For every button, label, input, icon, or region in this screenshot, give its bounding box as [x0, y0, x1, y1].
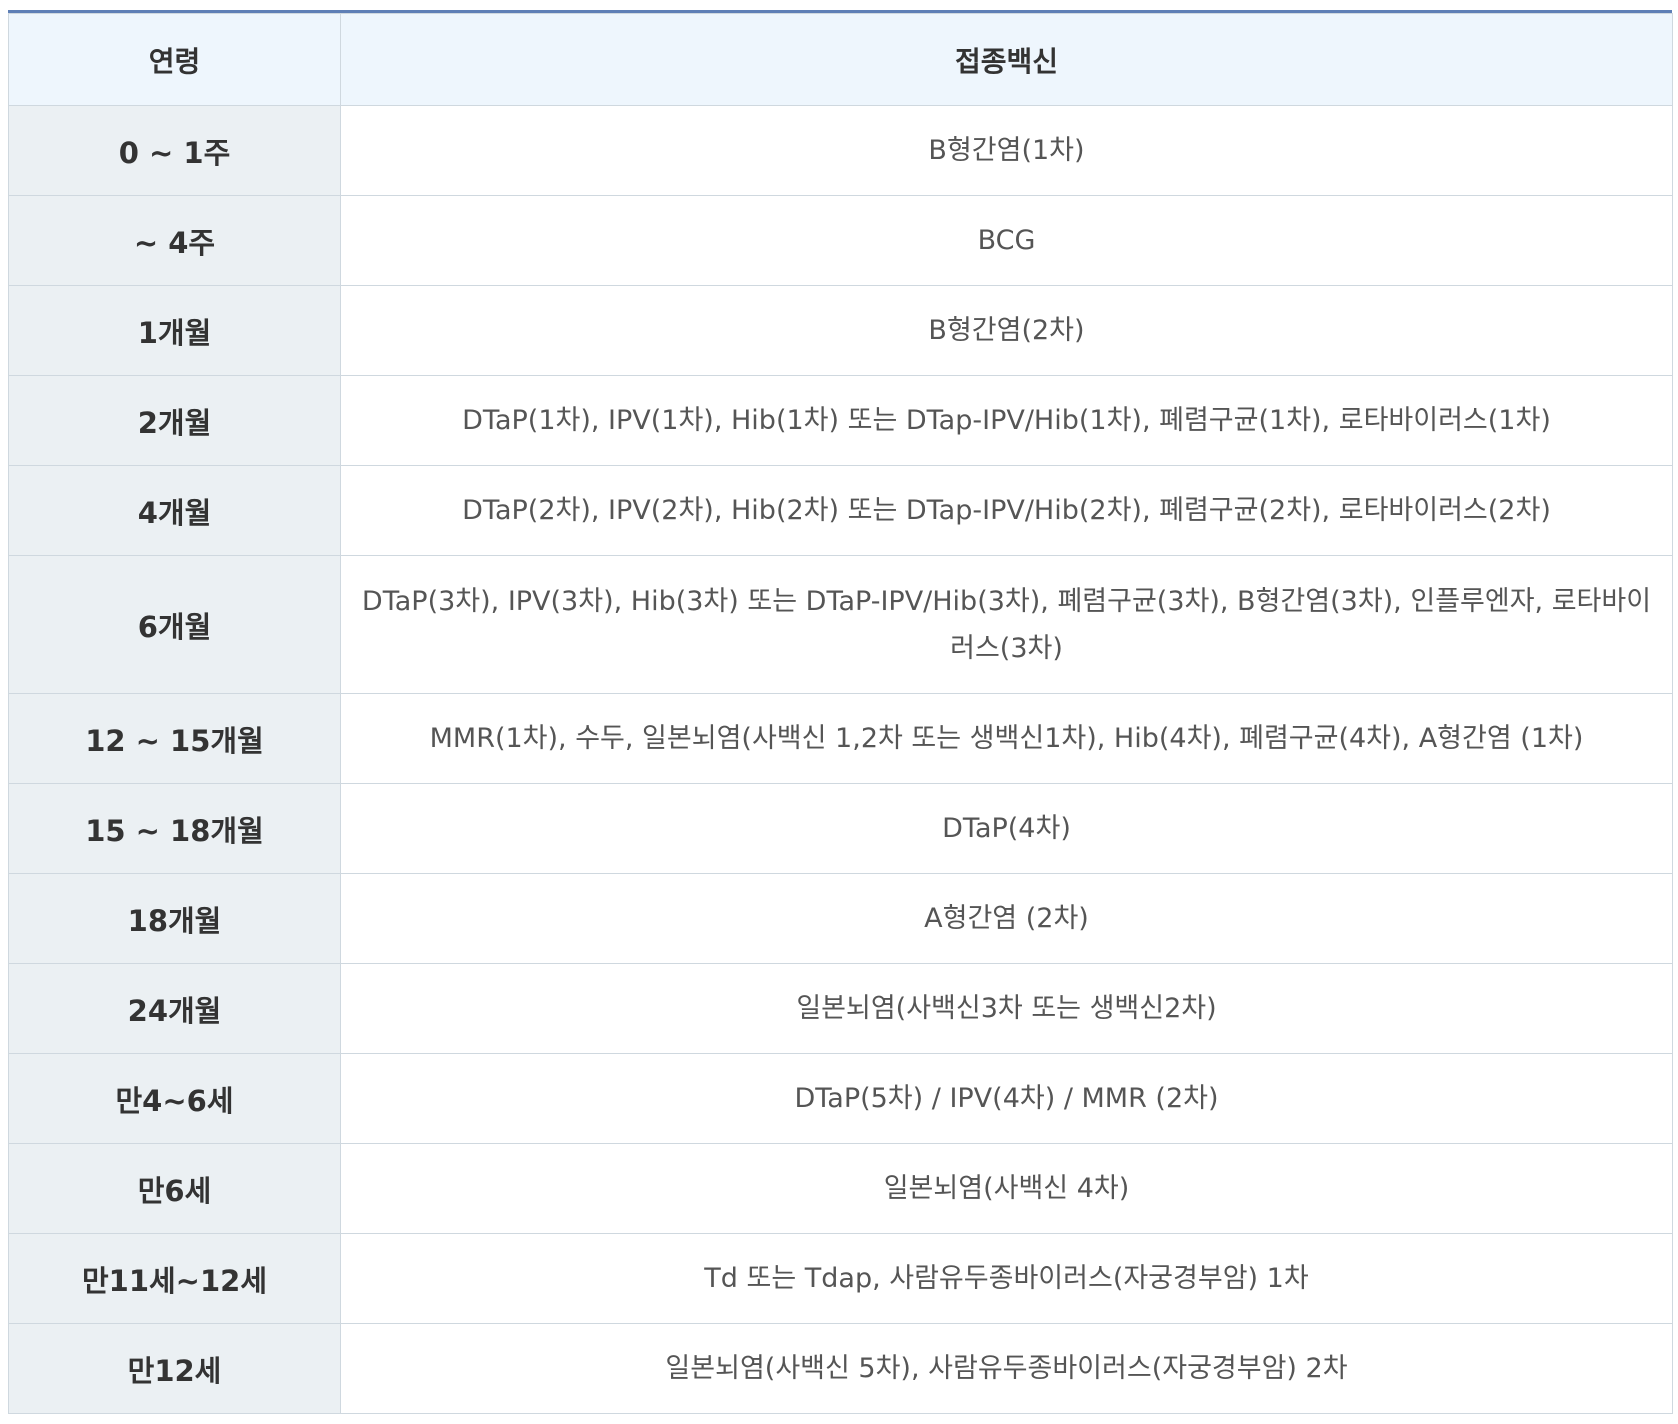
vaccine-cell: 일본뇌염(사백신3차 또는 생백신2차): [340, 963, 1673, 1054]
table-row: 24개월 일본뇌염(사백신3차 또는 생백신2차): [8, 963, 1673, 1054]
vaccine-cell: B형간염(1차): [340, 105, 1673, 196]
vaccine-cell: DTaP(1차), IPV(1차), Hib(1차) 또는 DTap-IPV/H…: [340, 375, 1673, 466]
table-row: 1개월 B형간염(2차): [8, 285, 1673, 376]
age-cell: 0 ~ 1주: [8, 105, 341, 196]
age-cell: 만4~6세: [8, 1053, 341, 1144]
table-row: 만11세~12세 Td 또는 Tdap, 사람유두종바이러스(자궁경부암) 1차: [8, 1233, 1673, 1324]
vaccination-schedule-table-container: 연령 접종백신 0 ~ 1주 B형간염(1차) ~ 4주 BCG 1개월 B형간…: [8, 10, 1673, 1414]
table-row: 12 ~ 15개월 MMR(1차), 수두, 일본뇌염(사백신 1,2차 또는 …: [8, 693, 1673, 784]
age-cell: 6개월: [8, 555, 341, 694]
vaccine-cell: DTaP(3차), IPV(3차), Hib(3차) 또는 DTaP-IPV/H…: [340, 555, 1673, 694]
table-row: 15 ~ 18개월 DTaP(4차): [8, 783, 1673, 874]
vaccine-cell: BCG: [340, 195, 1673, 286]
table-header: 연령 접종백신: [8, 13, 1673, 106]
vaccine-cell: 일본뇌염(사백신 5차), 사람유두종바이러스(자궁경부암) 2차: [340, 1323, 1673, 1414]
table-row: 4개월 DTaP(2차), IPV(2차), Hib(2차) 또는 DTap-I…: [8, 465, 1673, 556]
vaccine-cell: MMR(1차), 수두, 일본뇌염(사백신 1,2차 또는 생백신1차), Hi…: [340, 693, 1673, 784]
vaccine-cell: DTaP(5차) / IPV(4차) / MMR (2차): [340, 1053, 1673, 1144]
vaccine-cell: Td 또는 Tdap, 사람유두종바이러스(자궁경부암) 1차: [340, 1233, 1673, 1324]
vaccine-cell: 일본뇌염(사백신 4차): [340, 1143, 1673, 1234]
header-vaccine: 접종백신: [340, 13, 1673, 106]
table-row: 만4~6세 DTaP(5차) / IPV(4차) / MMR (2차): [8, 1053, 1673, 1144]
age-cell: 2개월: [8, 375, 341, 466]
age-cell: 만12세: [8, 1323, 341, 1414]
age-cell: ~ 4주: [8, 195, 341, 286]
age-cell: 18개월: [8, 873, 341, 964]
vaccination-schedule-table: 연령 접종백신 0 ~ 1주 B형간염(1차) ~ 4주 BCG 1개월 B형간…: [8, 13, 1673, 1414]
table-row: 만12세 일본뇌염(사백신 5차), 사람유두종바이러스(자궁경부암) 2차: [8, 1323, 1673, 1414]
age-cell: 24개월: [8, 963, 341, 1054]
table-row: 0 ~ 1주 B형간염(1차): [8, 105, 1673, 196]
header-row: 연령 접종백신: [8, 13, 1673, 106]
table-row: 2개월 DTaP(1차), IPV(1차), Hib(1차) 또는 DTap-I…: [8, 375, 1673, 466]
age-cell: 4개월: [8, 465, 341, 556]
header-age: 연령: [8, 13, 341, 106]
age-cell: 15 ~ 18개월: [8, 783, 341, 874]
age-cell: 만6세: [8, 1143, 341, 1234]
age-cell: 1개월: [8, 285, 341, 376]
age-cell: 12 ~ 15개월: [8, 693, 341, 784]
table-row: 6개월 DTaP(3차), IPV(3차), Hib(3차) 또는 DTaP-I…: [8, 555, 1673, 694]
table-body: 0 ~ 1주 B형간염(1차) ~ 4주 BCG 1개월 B형간염(2차) 2개…: [8, 105, 1673, 1414]
vaccine-cell: B형간염(2차): [340, 285, 1673, 376]
age-cell: 만11세~12세: [8, 1233, 341, 1324]
table-row: 만6세 일본뇌염(사백신 4차): [8, 1143, 1673, 1234]
table-row: ~ 4주 BCG: [8, 195, 1673, 286]
vaccine-cell: A형간염 (2차): [340, 873, 1673, 964]
vaccine-cell: DTaP(4차): [340, 783, 1673, 874]
table-row: 18개월 A형간염 (2차): [8, 873, 1673, 964]
vaccine-cell: DTaP(2차), IPV(2차), Hib(2차) 또는 DTap-IPV/H…: [340, 465, 1673, 556]
